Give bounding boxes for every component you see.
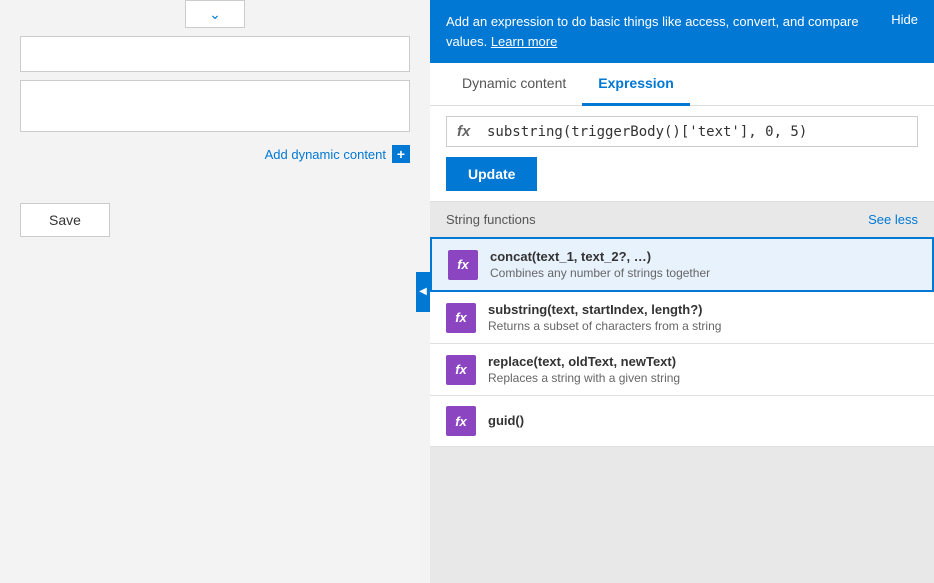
save-button[interactable]: Save [20,203,110,237]
fx-icon-concat: fx [448,250,478,280]
chevron-container: ⌄ [20,0,410,28]
add-dynamic-plus-icon: + [392,145,410,163]
panel-toggle-button[interactable] [416,272,430,312]
see-less-link[interactable]: See less [868,212,918,227]
fx-symbol: fx [457,123,477,140]
function-item-guid[interactable]: fx guid() [430,396,934,447]
function-item-concat[interactable]: fx concat(text_1, text_2?, …) Combines a… [430,237,934,292]
expression-input-row: fx substring(triggerBody()['text'], 0, 5… [446,116,918,147]
tabs-container: Dynamic content Expression [430,63,934,106]
fx-icon-substring: fx [446,303,476,333]
right-panel: Add an expression to do basic things lik… [430,0,934,583]
info-bar: Add an expression to do basic things lik… [430,0,934,63]
function-info-replace: replace(text, oldText, newText) Replaces… [488,354,918,385]
update-button[interactable]: Update [446,157,537,191]
expression-area: fx substring(triggerBody()['text'], 0, 5… [430,106,934,202]
fx-icon-replace: fx [446,355,476,385]
tab-expression[interactable]: Expression [582,63,689,106]
section-label: String functions [446,212,536,227]
input-field-1[interactable] [20,36,410,72]
section-header: String functions See less [430,202,934,237]
chevron-button[interactable]: ⌄ [185,0,245,28]
expression-value: substring(triggerBody()['text'], 0, 5) [487,124,807,140]
functions-area: String functions See less fx concat(text… [430,202,934,583]
function-name-concat: concat(text_1, text_2?, …) [490,249,916,264]
input-field-2[interactable] [20,80,410,132]
add-dynamic-content-link[interactable]: Add dynamic content + [20,145,410,163]
function-info-substring: substring(text, startIndex, length?) Ret… [488,302,918,333]
info-bar-text: Add an expression to do basic things lik… [446,12,875,51]
hide-button[interactable]: Hide [891,12,918,27]
function-info-concat: concat(text_1, text_2?, …) Combines any … [490,249,916,280]
add-dynamic-content-label: Add dynamic content [265,147,386,162]
function-info-guid: guid() [488,413,918,430]
function-name-guid: guid() [488,413,918,428]
function-item-replace[interactable]: fx replace(text, oldText, newText) Repla… [430,344,934,396]
fx-icon-guid: fx [446,406,476,436]
function-item-substring[interactable]: fx substring(text, startIndex, length?) … [430,292,934,344]
function-name-substring: substring(text, startIndex, length?) [488,302,918,317]
left-panel: ⌄ Add dynamic content + Save [0,0,430,583]
function-name-replace: replace(text, oldText, newText) [488,354,918,369]
function-desc-concat: Combines any number of strings together [490,266,916,280]
learn-more-link[interactable]: Learn more [491,34,557,49]
function-desc-substring: Returns a subset of characters from a st… [488,319,918,333]
tab-dynamic-content[interactable]: Dynamic content [446,63,582,106]
function-desc-replace: Replaces a string with a given string [488,371,918,385]
